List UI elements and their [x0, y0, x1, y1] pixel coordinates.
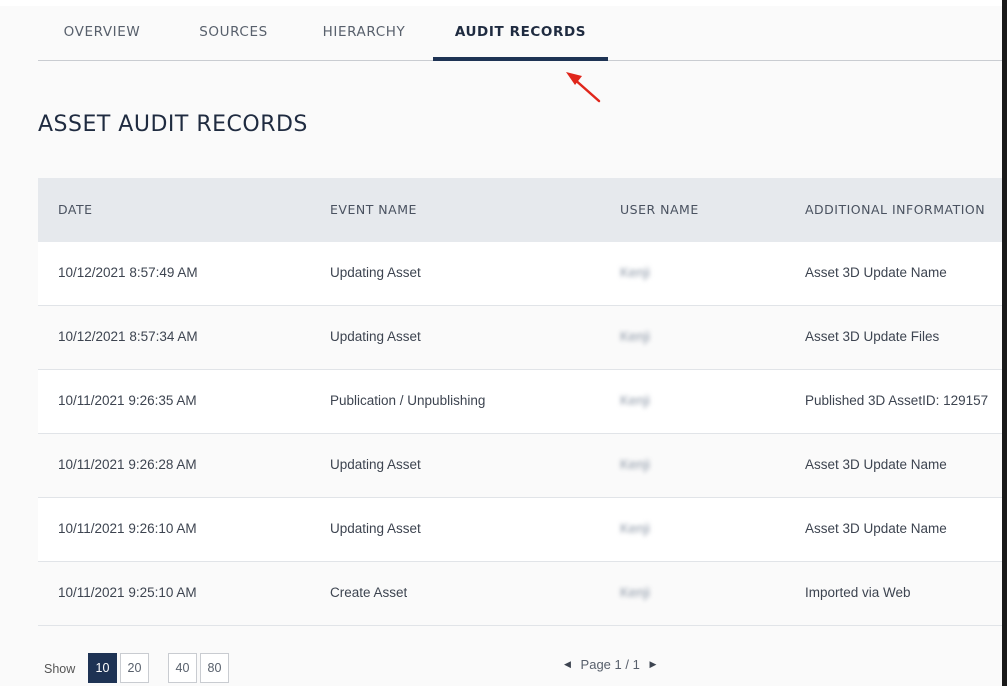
cell-event-name: Updating Asset — [330, 329, 421, 344]
page-indicator: Page 1 / 1 — [580, 657, 640, 673]
cell-event-name: Updating Asset — [330, 457, 421, 472]
column-header-event-name[interactable]: EVENT NAME — [330, 178, 417, 242]
cell-additional-information: Asset 3D Update Files — [805, 329, 940, 344]
page-title: ASSET AUDIT RECORDS — [38, 112, 308, 137]
window-edge — [1002, 0, 1007, 686]
caret-right-icon[interactable]: ▶ — [643, 659, 662, 670]
cell-event-name: Updating Asset — [330, 521, 421, 536]
pagination-control: ◀ Page 1 / 1 ▶ — [558, 656, 662, 672]
cell-additional-information: Asset 3D Update Name — [805, 521, 947, 536]
table-row[interactable]: 10/11/2021 9:26:10 AM Updating Asset Ken… — [38, 498, 1002, 562]
caret-left-icon[interactable]: ◀ — [558, 659, 577, 670]
column-header-additional-information[interactable]: ADDITIONAL INFORMATION — [805, 178, 1002, 242]
table-row[interactable]: 10/11/2021 9:26:35 AM Publication / Unpu… — [38, 370, 1002, 434]
tab-sources[interactable]: SOURCES — [172, 6, 295, 60]
cell-additional-information: Asset 3D Update Name — [805, 457, 947, 472]
page-size-20-button[interactable]: 20 — [120, 653, 149, 683]
cell-additional-information: Published 3D AssetID: 129157 — [805, 393, 989, 408]
cell-additional-information: Imported via Web — [805, 585, 911, 600]
cell-user-name: Kenji — [620, 521, 651, 536]
cell-additional-information: Asset 3D Update Name — [805, 265, 947, 280]
cell-event-name: Create Asset — [330, 585, 408, 600]
cell-date: 10/11/2021 9:25:10 AM — [58, 585, 197, 600]
table-row[interactable]: 10/11/2021 9:25:10 AM Create Asset Kenji… — [38, 562, 1002, 626]
cell-user-name: Kenji — [620, 457, 651, 472]
table-row[interactable]: 10/12/2021 8:57:49 AM Updating Asset Ken… — [38, 242, 1002, 306]
cell-user-name: Kenji — [620, 585, 651, 600]
cell-date: 10/12/2021 8:57:34 AM — [58, 329, 198, 344]
page-size-label: Show — [44, 662, 76, 676]
tab-hierarchy[interactable]: HIERARCHY — [301, 6, 427, 60]
cell-user-name: Kenji — [620, 329, 651, 344]
cell-date: 10/11/2021 9:26:35 AM — [58, 393, 197, 408]
page-size-40-button[interactable]: 40 — [168, 653, 197, 683]
table-footer: Show 10 20 40 80 ◀ Page 1 / 1 ▶ — [38, 652, 1002, 686]
tab-overview[interactable]: OVERVIEW — [38, 6, 166, 60]
cell-date: 10/12/2021 8:57:49 AM — [58, 265, 198, 280]
cell-user-name: Kenji — [620, 265, 651, 280]
page-size-10-button[interactable]: 10 — [88, 653, 117, 683]
cell-date: 10/11/2021 9:26:10 AM — [58, 521, 197, 536]
column-header-user-name[interactable]: USER NAME — [620, 178, 699, 242]
table-header: DATE EVENT NAME USER NAME ADDITIONAL INF… — [38, 178, 1002, 242]
cell-user-name: Kenji — [620, 393, 651, 408]
audit-records-page: OVERVIEW SOURCES HIERARCHY AUDIT RECORDS… — [0, 0, 1002, 686]
annotation-arrow-icon — [566, 72, 601, 103]
active-tab-indicator — [433, 57, 608, 61]
cell-date: 10/11/2021 9:26:28 AM — [58, 457, 197, 472]
page-size-80-button[interactable]: 80 — [200, 653, 229, 683]
tab-bar: OVERVIEW SOURCES HIERARCHY AUDIT RECORDS — [38, 6, 1002, 61]
cell-event-name: Updating Asset — [330, 265, 421, 280]
column-header-date[interactable]: DATE — [58, 178, 93, 242]
table-row[interactable]: 10/12/2021 8:57:34 AM Updating Asset Ken… — [38, 306, 1002, 370]
table-row[interactable]: 10/11/2021 9:26:28 AM Updating Asset Ken… — [38, 434, 1002, 498]
audit-records-table: DATE EVENT NAME USER NAME ADDITIONAL INF… — [38, 178, 1002, 626]
cell-event-name: Publication / Unpublishing — [330, 393, 486, 408]
tab-audit-records[interactable]: AUDIT RECORDS — [433, 6, 608, 60]
